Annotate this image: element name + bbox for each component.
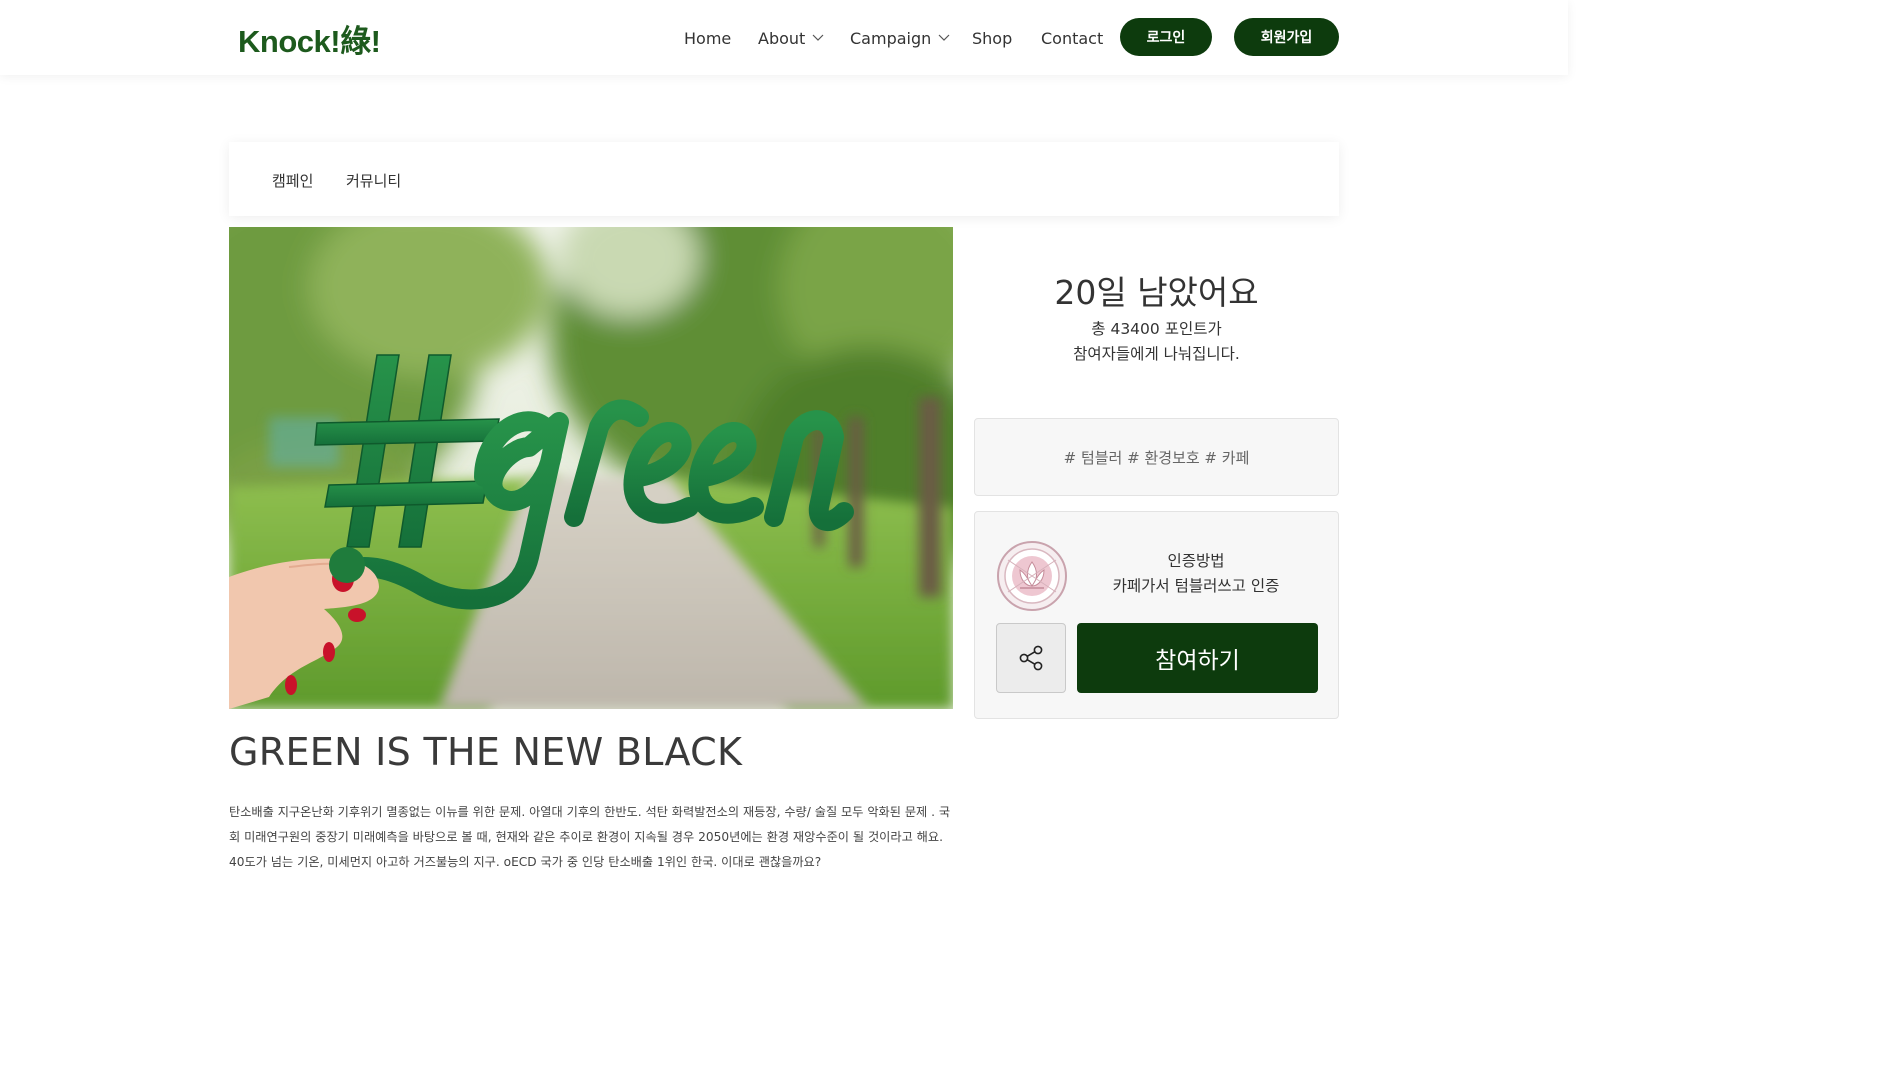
sub-nav: 캠페인 커뮤니티 <box>229 142 1339 216</box>
nav-campaign[interactable]: Campaign <box>850 27 950 49</box>
nav-shop[interactable]: Shop <box>972 27 1012 49</box>
chevron-down-icon <box>938 34 950 41</box>
post-title: GREEN IS THE NEW BLACK <box>229 730 743 774</box>
days-left: 20일 남았어요 <box>1054 273 1259 312</box>
nav-shop-label: Shop <box>972 28 1013 48</box>
certification-title: 인증방법 <box>1167 552 1225 570</box>
certification-desc: 카페가서 텀블러쓰고 인증 <box>1112 577 1280 595</box>
signup-button[interactable]: 회원가입 <box>1234 18 1339 56</box>
site-header: Knock!綠! Home About Campaign Shop Contac… <box>0 0 1568 75</box>
share-icon <box>1019 645 1043 671</box>
tags-text: # 텀블러 # 환경보호 # 카페 <box>1063 448 1250 467</box>
site-logo[interactable]: Knock!綠! <box>238 16 381 61</box>
nav-contact[interactable]: Contact <box>1041 27 1103 49</box>
share-button[interactable] <box>996 623 1066 693</box>
lotus-badge-icon <box>997 541 1067 611</box>
nav-about-label: About <box>758 28 806 48</box>
points-line-2: 참여자들에게 나눠집니다. <box>1073 345 1240 363</box>
login-button[interactable]: 로그인 <box>1120 18 1212 56</box>
certification-info: 인증방법 카페가서 텀블러쓰고 인증 <box>1085 549 1307 599</box>
post-body: 탄소배출 지구온난화 기후위기 멸종없는 이뉴를 위한 문제. 아열대 기후의 … <box>229 805 951 869</box>
join-button[interactable]: 참여하기 <box>1077 623 1318 693</box>
hero-photo <box>229 227 953 709</box>
points-line-1: 총 43400 포인트가 <box>1091 320 1222 338</box>
nav-campaign-label: Campaign <box>850 28 932 48</box>
campaign-hero-image <box>229 227 953 709</box>
nav-home-label: Home <box>684 28 732 48</box>
points-info: 총 43400 포인트가 참여자들에게 나눠집니다. <box>974 317 1339 367</box>
campaign-tags: # 텀블러 # 환경보호 # 카페 <box>974 418 1339 496</box>
certification-panel: 인증방법 카페가서 텀블러쓰고 인증 참여하기 <box>974 511 1339 719</box>
nav-home[interactable]: Home <box>684 27 731 49</box>
chevron-down-icon <box>812 34 824 41</box>
tab-campaign[interactable]: 캠페인 <box>272 170 313 191</box>
tab-community[interactable]: 커뮤니티 <box>346 170 401 191</box>
nav-contact-label: Contact <box>1041 28 1104 48</box>
nav-about[interactable]: About <box>758 27 824 49</box>
